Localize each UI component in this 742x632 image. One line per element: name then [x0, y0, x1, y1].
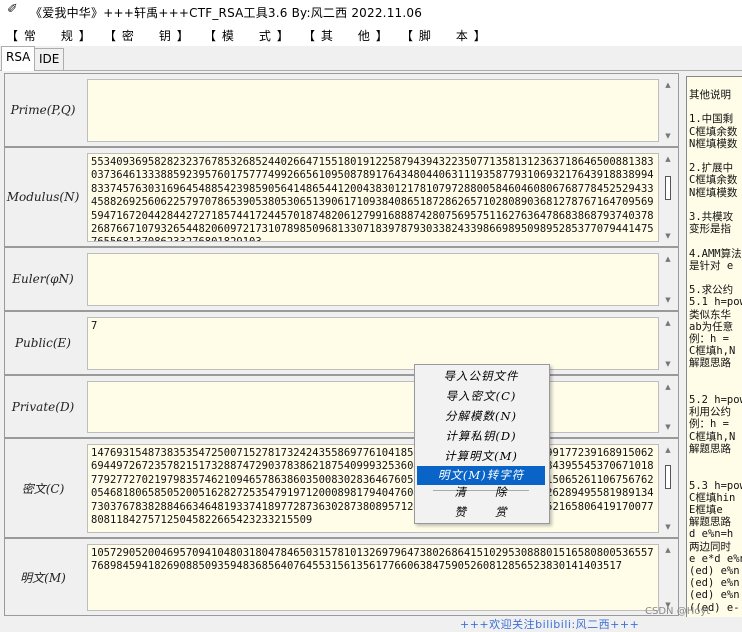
prime-input[interactable]: [87, 79, 659, 142]
row-euler: Euler(φN) ▲ ▼: [4, 247, 679, 311]
scroll-down-icon[interactable]: ▼: [661, 130, 675, 142]
scroll-up-icon[interactable]: ▲: [661, 153, 675, 165]
modulus-scroll-thumb[interactable]: [665, 176, 671, 200]
notes-pane[interactable]: 其他说明 1.中国剩 C框填余数 N框填模数 2.扩展中 C框填余数 N框填模数…: [686, 76, 742, 617]
scroll-up-icon[interactable]: ▲: [661, 544, 675, 556]
menu-general[interactable]: 【 常 规 】: [6, 27, 92, 44]
modulus-scrollbar[interactable]: ▲ ▼: [661, 153, 675, 242]
feather-icon: ✐: [7, 2, 18, 17]
row-modulus: Modulus(N) 55340936958282323767853268524…: [4, 147, 679, 247]
ctx-factor-modulus[interactable]: 分解模数(N): [417, 407, 545, 426]
ciphertext-input[interactable]: 1476931548738353547250071527817324243558…: [87, 444, 659, 533]
public-label: Public(E): [14, 336, 71, 350]
notes-text: 其他说明 1.中国剩 C框填余数 N框填模数 2.扩展中 C框填余数 N框填模数…: [689, 89, 742, 614]
scroll-up-icon[interactable]: ▲: [661, 444, 675, 456]
private-input[interactable]: [87, 381, 659, 433]
ctx-import-public-key[interactable]: 导入公钥文件: [417, 367, 545, 386]
ctx-clear[interactable]: 清 除: [417, 483, 545, 502]
menu-other[interactable]: 【 其 他 】: [303, 27, 389, 44]
row-ciphertext: 密文(C) 1476931548738353547250071527817324…: [4, 438, 679, 538]
public-scrollbar[interactable]: ▲ ▼: [661, 317, 675, 370]
ctx-compute-plaintext[interactable]: 计算明文(M): [417, 447, 545, 466]
row-public: Public(E) 7 ▲ ▼: [4, 311, 679, 375]
private-label: Private(D): [11, 399, 75, 414]
ciphertext-label: 密文(C): [21, 481, 65, 496]
prime-scrollbar[interactable]: ▲ ▼: [661, 79, 675, 142]
menu-keys[interactable]: 【 密 钥 】: [104, 27, 190, 44]
rsa-form: Prime(P,Q) ▲ ▼ Modulus(N) 55340936958282…: [4, 72, 679, 617]
watermark: CSDN @Hoyt: [645, 606, 711, 617]
row-plaintext: 明文(M) 1057290520046957094104803180478465…: [4, 538, 679, 616]
footer-text: +++欢迎关注bilibili:风二西+++: [460, 618, 640, 631]
ciphertext-scrollbar[interactable]: ▲ ▼: [661, 444, 675, 533]
modulus-label: Modulus(N): [6, 190, 80, 204]
row-private: Private(D) ▲ ▼: [4, 375, 679, 438]
scroll-up-icon[interactable]: ▲: [661, 79, 675, 91]
euler-scrollbar[interactable]: ▲ ▼: [661, 253, 675, 306]
tab-strip: RSA IDE: [0, 46, 742, 71]
scroll-down-icon[interactable]: ▼: [661, 294, 675, 306]
plaintext-label: 明文(M): [20, 570, 66, 585]
ciphertext-scroll-thumb[interactable]: [665, 465, 671, 489]
context-menu: 导入公钥文件 导入密文(C) 分解模数(N) 计算私钥(D) 计算明文(M) 明…: [414, 364, 550, 524]
plaintext-input[interactable]: 1057290520046957094104803180478465031578…: [87, 544, 659, 611]
scroll-down-icon[interactable]: ▼: [661, 421, 675, 433]
plaintext-scrollbar[interactable]: ▲ ▼: [661, 544, 675, 611]
public-input[interactable]: 7: [87, 317, 659, 370]
ctx-donate[interactable]: 赞 赏: [417, 503, 545, 522]
tab-rsa[interactable]: RSA: [1, 46, 36, 71]
scroll-down-icon[interactable]: ▼: [661, 521, 675, 533]
scroll-down-icon[interactable]: ▼: [661, 230, 675, 242]
window-title: 《爱我中华》+++轩禹+++CTF_RSA工具3.6 By:风二西 2022.1…: [30, 6, 423, 20]
euler-label: Euler(φN): [12, 272, 74, 286]
row-prime: Prime(P,Q) ▲ ▼: [4, 73, 679, 147]
ctx-import-ciphertext[interactable]: 导入密文(C): [417, 387, 545, 406]
menu-mode[interactable]: 【 模 式 】: [204, 27, 290, 44]
tab-ide[interactable]: IDE: [34, 48, 65, 70]
prime-label: Prime(P,Q): [10, 103, 76, 117]
title-bar: ✐ 《爱我中华》+++轩禹+++CTF_RSA工具3.6 By:风二西 2022…: [0, 0, 742, 22]
scroll-up-icon[interactable]: ▲: [661, 317, 675, 329]
scroll-up-icon[interactable]: ▲: [661, 253, 675, 265]
private-scrollbar[interactable]: ▲ ▼: [661, 381, 675, 433]
scroll-up-icon[interactable]: ▲: [661, 381, 675, 393]
scroll-down-icon[interactable]: ▼: [661, 358, 675, 370]
ctx-compute-private-key[interactable]: 计算私钥(D): [417, 427, 545, 446]
euler-input[interactable]: [87, 253, 659, 306]
menu-script[interactable]: 【 脚 本 】: [401, 27, 487, 44]
modulus-input[interactable]: 5534093695828232376785326852440266471551…: [87, 153, 659, 242]
menu-bar: 【 常 规 】 【 密 钥 】 【 模 式 】 【 其 他 】 【 脚 本 】: [0, 22, 742, 46]
